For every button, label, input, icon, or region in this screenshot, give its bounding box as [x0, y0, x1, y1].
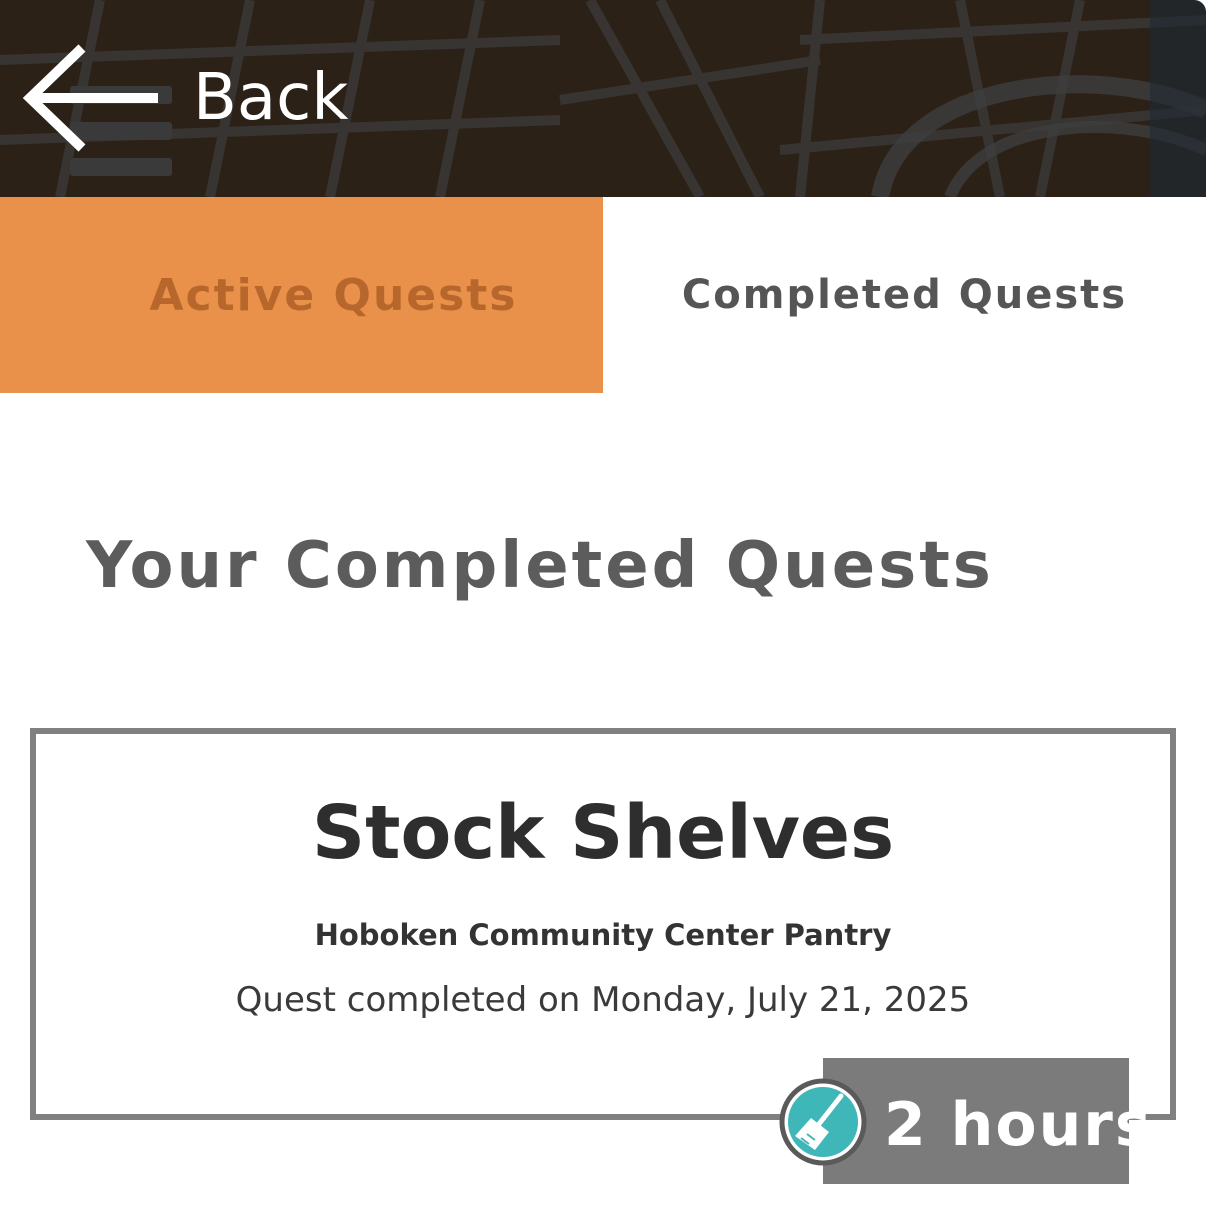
page-title: Your Completed Quests — [86, 529, 994, 603]
back-button[interactable]: Back — [193, 58, 348, 138]
back-arrow-icon[interactable] — [20, 42, 164, 154]
tab-completed-quests[interactable]: Completed Quests — [603, 197, 1206, 393]
quest-title: Stock Shelves — [311, 790, 895, 876]
header-bar: Back — [0, 0, 1206, 197]
broom-icon — [779, 1078, 867, 1166]
quest-location: Hoboken Community Center Pantry — [314, 918, 892, 952]
map-background — [0, 0, 1206, 197]
quest-tabs: Active Quests Completed Quests — [0, 197, 1206, 393]
quest-completed-date: Quest completed on Monday, July 21, 2025 — [235, 980, 971, 1020]
tab-active-quests[interactable]: Active Quests — [0, 197, 603, 393]
hours-label: 2 hours — [884, 1090, 1153, 1160]
